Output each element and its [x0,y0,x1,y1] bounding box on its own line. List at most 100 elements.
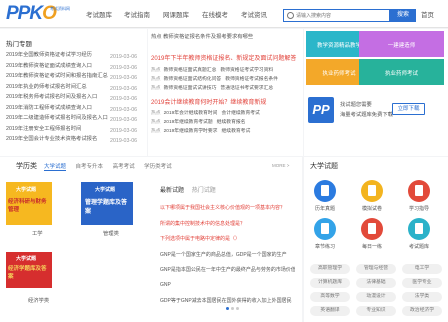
thumb-title: 大学试题 [95,187,116,193]
icon-label[interactable]: 每日一练 [355,243,389,250]
icon-0-badge[interactable] [314,180,336,202]
tab-latest[interactable]: 最新试题 [160,188,184,194]
university-panel: 大学试题 历年真题 模拟试卷 学习指导章节练习 每日一练 考试题库 高职管理学 管理与经营… [304,157,448,322]
subject-tag[interactable]: 政治经济学 [402,306,442,316]
headline-accounting[interactable]: 2019会计继续教育何时开始？继续教育新规 [151,97,266,106]
thumb-big-text: 管理学题库及答案 [85,200,128,215]
category-news-item[interactable]: 所谓的集中控制技术中的信息处理是？ [160,220,295,227]
icon-4-badge[interactable] [361,218,383,240]
category-news-item[interactable]: 以下哪项属于我国社会主义核心价值观的一项基本内容？ [160,204,295,211]
hot-topic-text: 2019年教师资格证考试时间和报名指南汇总 [6,73,108,79]
nav-item-exam-bank[interactable]: 考试题库 [86,9,112,19]
thumb-management[interactable]: 大学试题 管理学题库及答案 [81,182,133,225]
headline-teacher-cert[interactable]: 2019年下半年教师资格证报名、新规定及面试问题解答 [151,53,296,62]
icon-3-badge[interactable] [314,218,336,240]
thumb-economics[interactable]: 大学试题 经济学题库及答案 [6,252,52,288]
hot-topic-item[interactable]: 2019年全国教师资格证考试学习经历 2019-03-06 [6,50,137,60]
nav-item-course-bank[interactable]: 网课题库 [163,9,189,19]
news-text: 2019年继续教育学时要求 [163,129,218,134]
nav-item-mock-exam[interactable]: 在线模考 [202,9,228,19]
more-link[interactable]: MORE > [272,163,289,168]
news-extra: 继续教育考试 [221,129,251,134]
thumb-caption-economics[interactable]: 经济学类 [28,296,49,304]
pager-dot[interactable] [226,307,229,310]
category-news-item[interactable]: GNP是一个国家生产的商品总值，GDP是一个国家的生产 [160,251,295,258]
document-icon [321,223,329,234]
subject-tag[interactable]: 专业知识 [356,306,396,316]
news-row[interactable]: 热点 2019年会计继续教育时间 会计继续教育考试 [151,109,264,116]
search-input[interactable] [296,11,386,20]
subject-tag[interactable]: 法律基础 [356,278,396,288]
category-news-item[interactable]: GDP等于GNP减去本国居民在国外获得的收入加上外国居民 [160,297,295,304]
pager-dot[interactable] [231,307,234,310]
hot-topic-item[interactable]: 2019年教师资格证考试时间和报名指南汇总 2019-03-06 [6,71,137,81]
news-row[interactable]: 热点 教师资格证面试真题汇总 教师资格证考试学习资料 [151,66,277,73]
hot-topic-date: 2019-03-06 [110,75,138,81]
icon-label[interactable]: 模拟试卷 [355,205,389,212]
subject-tag[interactable]: 法学类 [402,292,442,302]
nav-item-exam-news[interactable]: 考试资讯 [241,9,267,19]
hot-topic-text: 2019年全国教师资格证考试学习经历 [6,52,92,58]
news-row[interactable]: 热点 教师资格证报名条件及报考要求有哪些 [151,32,253,40]
subject-tag[interactable]: 管理与经营 [356,264,396,274]
hot-topic-date: 2019-03-06 [110,96,138,102]
hot-topic-item[interactable]: 2019年教师资格证面试成绩查询入口 2019-03-06 [6,61,137,71]
hot-topic-item[interactable]: 2019年注册安全工程师报名时间 2019-03-06 [6,124,137,134]
tab-university[interactable]: 大学试题 [44,164,67,171]
news-row[interactable]: 热点 2019年继续教育学时要求 继续教育考试 [151,127,254,134]
home-link[interactable]: 首页 [421,9,434,19]
subject-tag[interactable]: 英语翻译 [310,306,350,316]
news-tabs: 最新试题 热门试题 [160,185,216,194]
thumb-big-text: 经济科研与财务管理 [8,199,47,213]
category-panel: 学历类 大学试题 自考专升本 高考考试 学历类考试 MORE > 大学试题 经济… [0,157,302,322]
news-row[interactable]: 热点 2019年继续教育考试题 继续教育报名 [151,118,249,125]
icon-5-badge[interactable] [408,218,430,240]
hot-topic-item[interactable]: 2019年二级建造师考试报名时间及报名入口 2019-03-06 [6,113,137,123]
icon-2-badge[interactable] [408,180,430,202]
card-constructor[interactable]: 一建建造师 [359,31,444,57]
thumb-engineering[interactable]: 大学试题 经济科研与财务管理 [6,182,52,225]
category-news-item[interactable]: GNP是指本国公民在一年中生产的最终产品与劳务的市场价值 [160,266,295,273]
search-box [283,9,390,22]
subject-tag[interactable]: 高等数学 [310,292,350,302]
tab-academic[interactable]: 学历类考试 [144,164,172,170]
tab-hot[interactable]: 热门试题 [192,188,216,194]
hot-topic-text: 2019年消防工程师考试成绩查询入口 [6,104,92,111]
site-logo[interactable]: PPK O 考试资料网 [6,3,70,25]
news-row[interactable]: 热点 教师资格证面试结构化问答 教师资格证考试报名条件 [151,75,282,82]
hot-topic-item[interactable]: 2019年全国会计专业技术资格考试报名 2019-03-06 [6,134,137,144]
thumb-caption-engineering[interactable]: 工学 [32,229,43,237]
news-extra: 教师资格证考试学习资料 [220,68,274,73]
nav-item-exam-guide[interactable]: 考试指南 [124,9,150,19]
subject-tag[interactable]: 高职管理学 [310,264,350,274]
news-extra: 会计继续教育考试 [221,111,260,116]
icon-label[interactable]: 考试题库 [402,243,436,250]
thumb-caption-management[interactable]: 管理类 [103,229,119,237]
tab-self-study[interactable]: 自考专升本 [76,164,104,170]
subject-tag[interactable]: 医学专业 [402,278,442,288]
hot-topic-item[interactable]: 2019年消防工程师考试成绩查询入口 2019-03-06 [6,103,137,113]
hot-topic-item[interactable]: 2019年执业药师考试报名时间汇总 2019-03-06 [6,82,137,92]
promo-box: PP 找试题您需要 海量考试题库免费下载 立即下载 [306,93,444,127]
card-pharmacist-2[interactable]: 执业药师考试 [359,59,444,85]
card-label: 执业药师考试 [384,71,418,77]
hot-topic-text: 2019年二级建造师考试报名时间及报名入口 [6,115,108,121]
pager-dot[interactable] [236,307,239,310]
hot-topic-text: 2019年教师资格证面试成绩查询入口 [6,62,92,69]
icon-label[interactable]: 历年真题 [308,205,342,212]
icon-1-badge[interactable] [361,180,383,202]
subject-tag[interactable]: 电工学 [402,264,442,274]
download-button[interactable]: 立即下载 [392,103,425,115]
news-row[interactable]: 热点 教师资格证面试试讲技巧 普通话证书考试要求汇总 [151,84,277,91]
university-title: 大学试题 [310,163,338,170]
category-news-item[interactable]: GNP [160,282,295,288]
category-news-item[interactable]: 下列选项中属于电路中定律的是（） [160,235,295,242]
icon-label[interactable]: 章节练习 [308,243,342,250]
icon-label[interactable]: 学习指导 [402,205,436,212]
promo-line-2: 海量考试题库免费下载 [340,112,393,118]
search-button[interactable]: 搜索 [390,9,416,22]
tab-gaokao[interactable]: 高考考试 [113,164,135,170]
hot-topic-item[interactable]: 2019年税务师考试报名时间及报名入口 2019-03-06 [6,92,137,102]
subject-tag[interactable]: 动漫设计 [356,292,396,302]
subject-tag[interactable]: 计算机题库 [310,278,350,288]
